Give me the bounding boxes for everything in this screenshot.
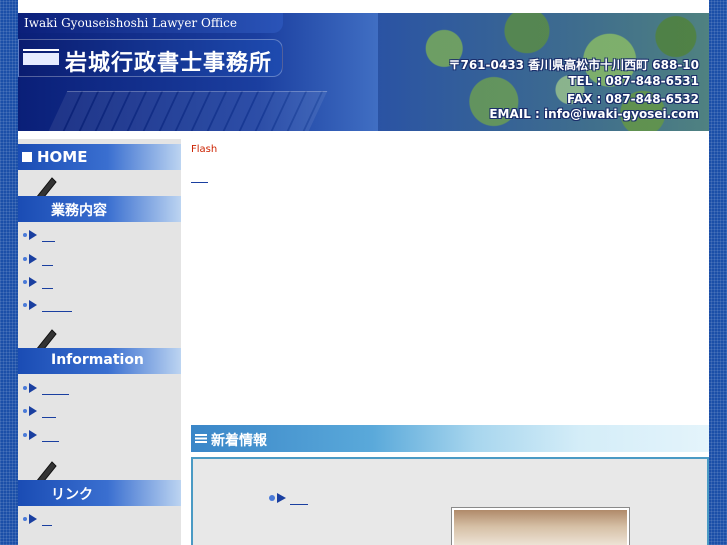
fax: FAX : 087-848-6532: [567, 92, 699, 106]
address: 〒761-0433 香川県高松市十川西町 688-10: [448, 58, 699, 72]
arrow-bullet-icon: [23, 430, 37, 440]
section-header-information: Information: [18, 348, 181, 374]
section-title: 業務内容: [51, 203, 107, 219]
sidebar-link[interactable]: [42, 428, 59, 442]
flash-placeholder: Flash: [191, 144, 218, 155]
main-content: Flash 新着情報: [181, 139, 709, 545]
list-lines-icon: [195, 434, 207, 443]
english-title: Iwaki Gyouseishoshi Lawyer Office: [24, 16, 238, 30]
sidebar-item-services-2[interactable]: [18, 250, 181, 270]
section-title: Information: [51, 352, 144, 368]
news-title: 新着情報: [211, 433, 267, 449]
section-header-links: リンク: [18, 480, 181, 506]
arrow-bullet-icon: [23, 406, 37, 416]
sidebar-item-information-1[interactable]: [18, 379, 181, 399]
sidebar-link[interactable]: [42, 381, 69, 395]
arrow-bullet-icon: [269, 493, 286, 503]
home-button[interactable]: HOME: [18, 144, 181, 170]
phone: TEL : 087-848-6531: [568, 74, 699, 88]
office-name: 岩城行政書士事務所: [65, 51, 273, 76]
arrow-bullet-icon: [23, 230, 37, 240]
sidebar-link[interactable]: [42, 252, 53, 266]
sidebar-item-services-4[interactable]: [18, 296, 181, 316]
sidebar-item-information-3[interactable]: [18, 426, 181, 446]
sidebar-item-services-3[interactable]: [18, 273, 181, 293]
laptop-image: [48, 91, 328, 131]
sidebar: HOME 業務内容 Information リンク: [18, 139, 181, 545]
arrow-bullet-icon: [23, 514, 37, 524]
page: Iwaki Gyouseishoshi Lawyer Office 岩城行政書士…: [18, 0, 709, 545]
news-item[interactable]: [268, 490, 328, 508]
sidebar-item-services-1[interactable]: [18, 226, 181, 246]
arrow-bullet-icon: [23, 254, 37, 264]
email[interactable]: EMAIL : info@iwaki-gyosei.com: [489, 107, 699, 121]
english-title-band: Iwaki Gyouseishoshi Lawyer Office: [18, 13, 283, 33]
sidebar-link[interactable]: [42, 404, 56, 418]
news-box: [191, 457, 709, 545]
header-banner: Iwaki Gyouseishoshi Lawyer Office 岩城行政書士…: [18, 13, 709, 131]
arrow-bullet-icon: [23, 383, 37, 393]
flash-link[interactable]: [191, 169, 208, 183]
sidebar-link[interactable]: [42, 275, 53, 289]
sidebar-link[interactable]: [42, 298, 72, 312]
sidebar-item-information-2[interactable]: [18, 402, 181, 422]
sidebar-item-links-1[interactable]: [18, 510, 181, 530]
arrow-bullet-icon: [23, 277, 37, 287]
section-header-services: 業務内容: [18, 196, 181, 222]
logo-box[interactable]: 岩城行政書士事務所: [18, 39, 283, 77]
logo-mark-icon: [23, 49, 59, 65]
news-link[interactable]: [290, 492, 308, 505]
section-title: リンク: [51, 487, 93, 503]
square-bullet-icon: [22, 152, 32, 162]
news-photo-image: [452, 508, 629, 545]
news-header: 新着情報: [191, 425, 709, 452]
sidebar-link[interactable]: [42, 228, 55, 242]
sidebar-link[interactable]: [42, 512, 52, 526]
home-label: HOME: [37, 148, 88, 166]
arrow-bullet-icon: [23, 300, 37, 310]
